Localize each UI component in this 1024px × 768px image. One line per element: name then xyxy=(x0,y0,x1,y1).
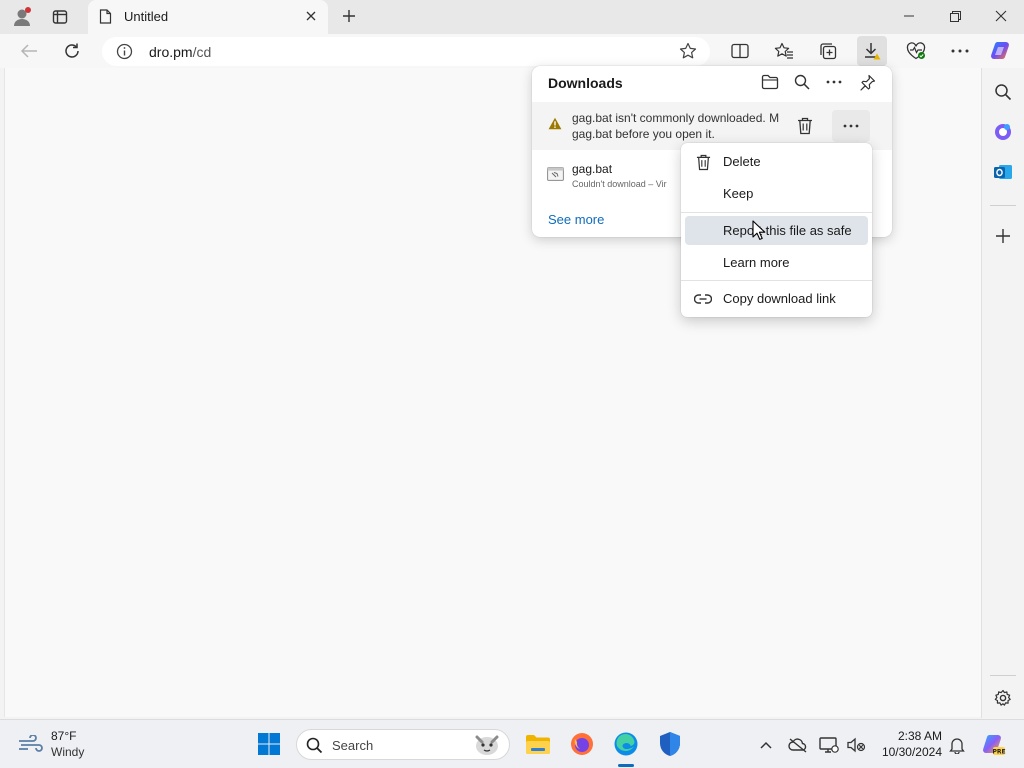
delete-icon xyxy=(694,153,712,171)
download-filename: gag.bat xyxy=(572,162,613,176)
sidebar-settings-gear-icon[interactable] xyxy=(990,685,1016,711)
copilot-icon[interactable] xyxy=(986,36,1016,66)
taskbar-search-box[interactable]: Search xyxy=(296,729,510,760)
onedrive-offline-icon[interactable] xyxy=(787,734,809,756)
sidebar-divider xyxy=(990,205,1016,206)
new-tab-button[interactable] xyxy=(338,5,360,27)
warning-icon xyxy=(548,117,562,135)
downloads-more-icon[interactable] xyxy=(821,70,847,94)
search-icon xyxy=(306,737,323,759)
url-domain: dro.pm xyxy=(149,44,193,60)
downloads-title: Downloads xyxy=(548,75,623,91)
menu-item-label: Learn more xyxy=(723,255,790,270)
url-path: /cd xyxy=(192,44,212,60)
favorite-star-icon[interactable] xyxy=(679,42,697,65)
clock-time[interactable]: 2:38 AM xyxy=(878,729,942,743)
profile-avatar-icon[interactable] xyxy=(10,6,34,28)
delete-trash-icon[interactable] xyxy=(792,113,818,139)
taskbar: 87°F Windy Search 2:38 AM 10/30/2024 PRE xyxy=(0,719,1024,768)
download-context-menu: Delete Keep Report this file as safe Lea… xyxy=(681,143,872,317)
copilot-sidebar-icon[interactable] xyxy=(990,119,1016,145)
copilot-taskbar-icon[interactable]: PRE xyxy=(980,732,1006,758)
link-icon xyxy=(694,290,712,308)
split-screen-icon[interactable] xyxy=(725,36,755,66)
warning-message: gag.bat isn't commonly downloaded. M gag… xyxy=(572,110,784,142)
pin-icon[interactable] xyxy=(854,70,880,94)
address-bar[interactable]: dro.pm/cd xyxy=(102,37,710,66)
info-icon[interactable] xyxy=(116,43,133,65)
weather-temperature[interactable]: 87°F xyxy=(51,729,76,743)
outlook-icon[interactable] xyxy=(990,159,1016,185)
downloads-icon[interactable] xyxy=(857,36,887,66)
wind-weather-icon[interactable] xyxy=(18,734,44,758)
file-explorer-icon[interactable] xyxy=(522,728,554,760)
active-app-indicator xyxy=(618,764,634,767)
refresh-icon[interactable] xyxy=(57,36,87,66)
menu-divider xyxy=(681,212,872,213)
page-icon xyxy=(99,9,112,29)
warning-line-2: gag.bat before you open it. xyxy=(572,127,715,141)
sidebar-search-icon[interactable] xyxy=(990,79,1016,105)
tab-actions-icon[interactable] xyxy=(48,6,72,28)
menu-item-label: Report this file as safe xyxy=(723,223,852,238)
menu-item-copy-link[interactable]: Copy download link xyxy=(685,284,868,313)
start-windows-icon[interactable] xyxy=(253,728,285,760)
tab-untitled[interactable]: Untitled xyxy=(88,0,328,34)
download-status: Couldn't download – Vir xyxy=(572,179,667,189)
see-more-link[interactable]: See more xyxy=(548,212,604,227)
search-placeholder: Search xyxy=(332,738,374,753)
clock-date[interactable]: 10/30/2024 xyxy=(872,745,942,759)
edge-browser-icon[interactable] xyxy=(610,728,642,760)
back-arrow-icon[interactable] xyxy=(14,36,44,66)
item-more-actions-icon[interactable] xyxy=(832,110,870,142)
collections-icon[interactable] xyxy=(813,36,843,66)
network-display-icon[interactable] xyxy=(818,734,840,756)
menu-divider xyxy=(681,280,872,281)
show-hidden-icons-chevron-icon[interactable] xyxy=(755,734,777,756)
menu-item-label: Delete xyxy=(723,154,761,169)
add-sidebar-app-icon[interactable] xyxy=(990,223,1016,249)
url-text[interactable]: dro.pm/cd xyxy=(149,44,211,60)
firefox-icon[interactable] xyxy=(566,728,598,760)
title-bar: Untitled xyxy=(0,0,1024,34)
notification-bell-icon[interactable] xyxy=(946,734,968,756)
more-options-icon[interactable] xyxy=(945,36,975,66)
menu-item-report-safe[interactable]: Report this file as safe xyxy=(685,216,868,245)
search-downloads-icon[interactable] xyxy=(789,70,815,94)
volume-muted-icon[interactable] xyxy=(845,734,867,756)
open-folder-icon[interactable] xyxy=(757,70,783,94)
browser-essentials-icon[interactable] xyxy=(901,36,931,66)
weather-condition[interactable]: Windy xyxy=(51,745,84,759)
close-window-icon[interactable] xyxy=(978,0,1024,32)
tab-close-icon[interactable] xyxy=(302,7,320,25)
mouse-pointer-icon xyxy=(752,220,766,246)
sidebar-divider-bottom xyxy=(990,675,1016,676)
favorites-icon[interactable] xyxy=(769,36,799,66)
tab-title: Untitled xyxy=(124,9,169,24)
edge-sidebar xyxy=(981,68,1024,718)
defender-shield-icon[interactable] xyxy=(654,728,686,760)
search-highlight-icon xyxy=(473,733,501,762)
menu-item-label: Copy download link xyxy=(723,291,836,306)
minimize-icon[interactable] xyxy=(886,0,932,32)
menu-item-delete[interactable]: Delete xyxy=(685,147,868,176)
menu-item-learn-more[interactable]: Learn more xyxy=(685,248,868,277)
menu-item-label: Keep xyxy=(723,186,754,201)
restore-icon[interactable] xyxy=(932,0,978,32)
file-icon xyxy=(547,167,564,186)
svg-text:PRE: PRE xyxy=(992,749,1005,756)
menu-item-keep[interactable]: Keep xyxy=(685,179,868,208)
warning-line-1: gag.bat isn't commonly downloaded. M xyxy=(572,111,780,125)
toolbar: dro.pm/cd xyxy=(0,34,1024,68)
